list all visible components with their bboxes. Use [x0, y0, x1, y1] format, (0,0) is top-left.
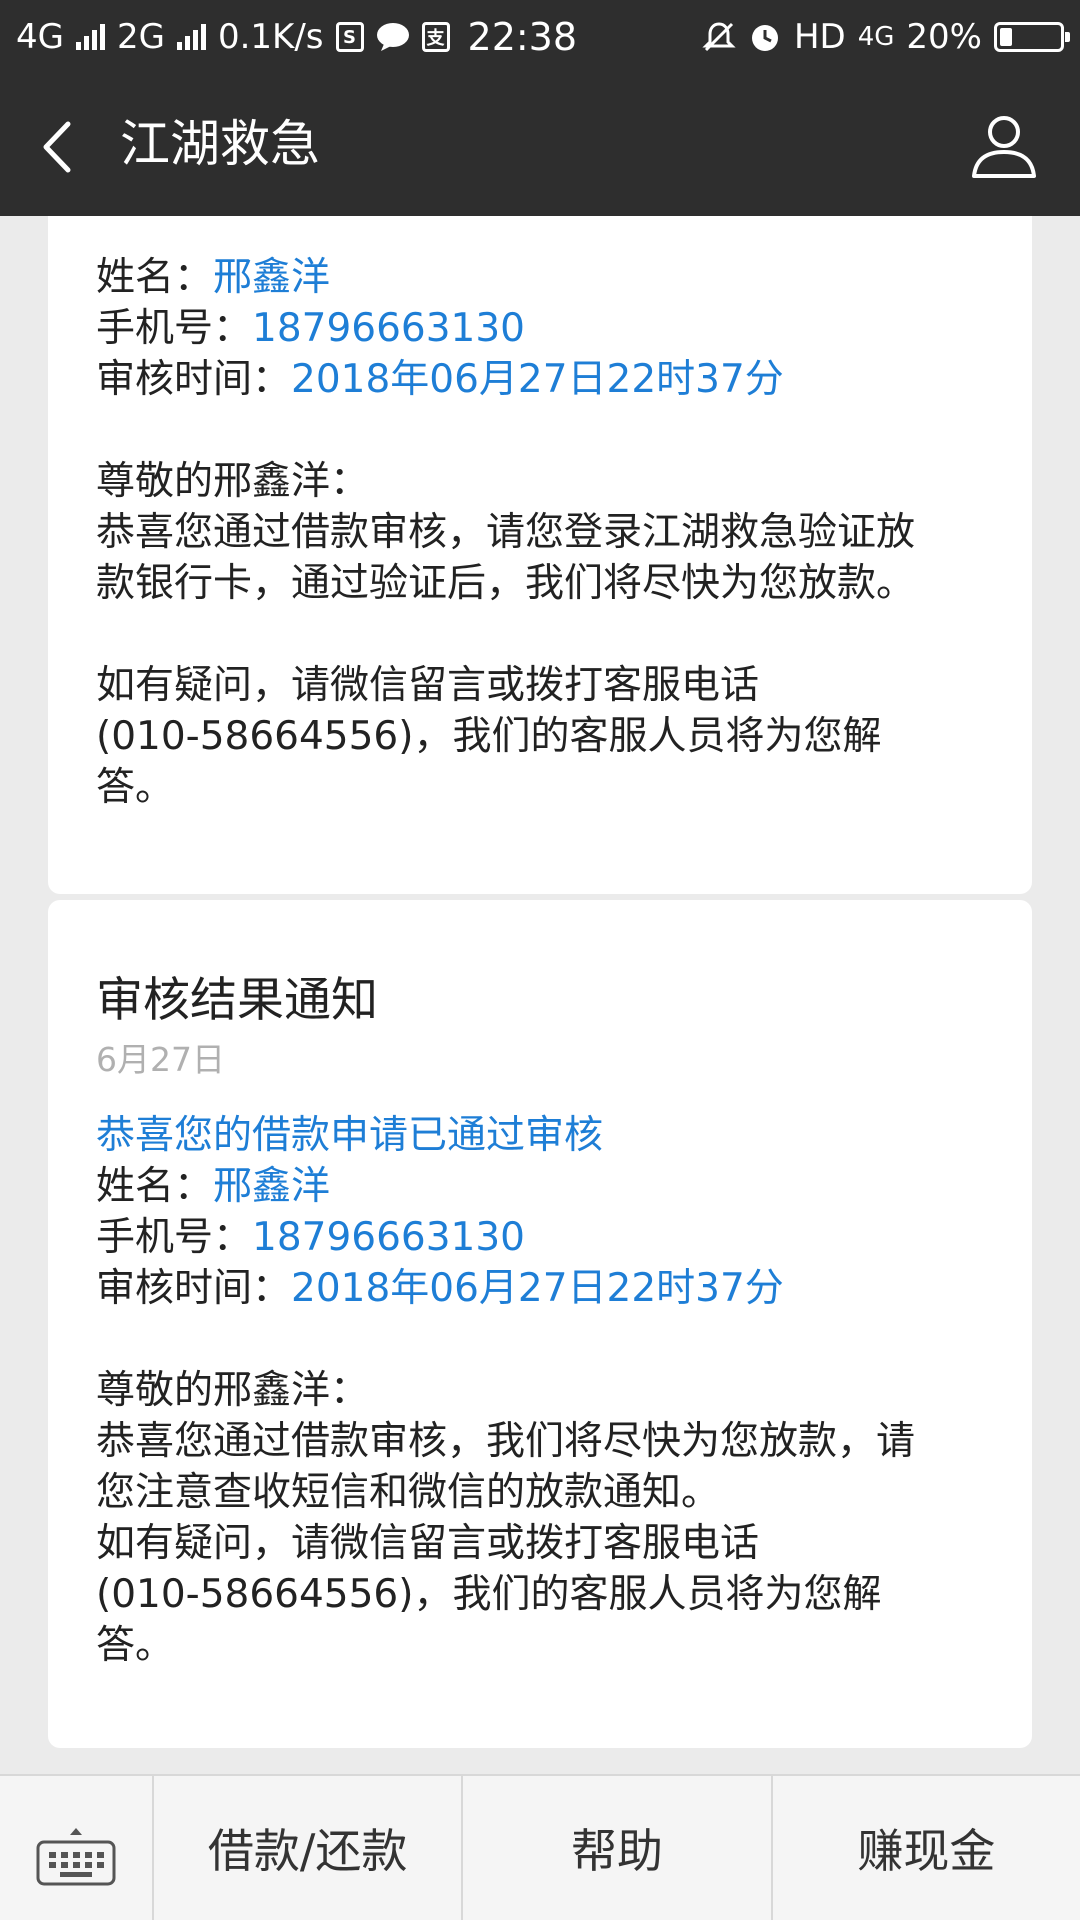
- signal-icon: [75, 24, 105, 50]
- name-label: 姓名：: [96, 1164, 214, 1209]
- bottom-menu: 借款/还款 帮助 赚现金: [0, 1774, 1080, 1920]
- alipay-icon: 支: [421, 22, 450, 52]
- review-time-row: 审核时间：2018年06月27日22时37分: [96, 354, 984, 405]
- message-list[interactable]: 姓名：邢鑫洋 手机号：18796663130 审核时间：2018年06月27日2…: [0, 216, 1080, 1774]
- app-notification-icon: S: [335, 22, 364, 52]
- clock: 22:38: [467, 15, 578, 59]
- menu-help[interactable]: 帮助: [463, 1776, 773, 1920]
- menu-earn-cash[interactable]: 赚现金: [773, 1776, 1080, 1920]
- page-title: 江湖救急: [120, 115, 320, 173]
- network-type-2: 2G: [116, 17, 165, 57]
- battery-icon: [994, 22, 1070, 52]
- message-body-line: 您注意查收短信和微信的放款通知。: [96, 1470, 721, 1515]
- phone-value: 18796663130: [252, 306, 525, 351]
- help-text-line: 如有疑问，请微信留言或拨打客服电话: [96, 663, 760, 708]
- message-card[interactable]: 姓名：邢鑫洋 手机号：18796663130 审核时间：2018年06月27日2…: [48, 216, 1032, 894]
- phone-label: 手机号：: [96, 1215, 253, 1260]
- signal-icon-2: [176, 24, 206, 50]
- status-right: HD 4G 20%: [702, 17, 1070, 57]
- network-speed: 0.1K/s: [217, 17, 324, 57]
- name-value: 邢鑫洋: [213, 1164, 331, 1209]
- chat-bubble-icon: [376, 23, 409, 51]
- review-time-label: 审核时间：: [96, 357, 292, 402]
- help-text-line: (010-58664556)，我们的客服人员将为您解: [96, 714, 882, 759]
- phone-row: 手机号：18796663130: [96, 1212, 984, 1263]
- review-time-value: 2018年06月27日22时37分: [291, 1266, 784, 1311]
- message-headline: 恭喜您的借款申请已通过审核: [96, 1113, 604, 1158]
- name-value: 邢鑫洋: [213, 255, 331, 300]
- help-text-line: 答。: [96, 765, 175, 810]
- battery-fill: [1000, 28, 1012, 46]
- phone-label: 手机号：: [96, 306, 253, 351]
- phone-value: 18796663130: [252, 1215, 525, 1260]
- card-date: 6月27日: [96, 1040, 225, 1079]
- battery-percent: 20%: [906, 17, 982, 57]
- back-arrow-icon[interactable]: [30, 112, 100, 182]
- keyboard-toggle-button[interactable]: [0, 1776, 154, 1920]
- network-type-3: 4G: [857, 22, 895, 52]
- message-body-line: 恭喜您通过借款审核，请您登录江湖救急验证放: [96, 510, 916, 555]
- status-bar: 4G 2G 0.1K/s S 支 22:38 HD 4G 20%: [0, 0, 1080, 74]
- review-time-value: 2018年06月27日22时37分: [291, 357, 784, 402]
- message-body-line: 款银行卡，通过验证后，我们将尽快为您放款。: [96, 561, 916, 606]
- phone-row: 手机号：18796663130: [96, 303, 984, 354]
- network-type-1: 4G: [16, 17, 64, 57]
- message-card[interactable]: 审核结果通知 6月27日 恭喜您的借款申请已通过审核 姓名：邢鑫洋 手机号：18…: [48, 900, 1032, 1748]
- review-time-label: 审核时间：: [96, 1266, 292, 1311]
- name-row: 姓名：邢鑫洋: [96, 1161, 984, 1212]
- hd-indicator: HD: [793, 17, 846, 57]
- name-label: 姓名：: [96, 255, 214, 300]
- message-body-line: 恭喜您通过借款审核，我们将尽快为您放款，请: [96, 1419, 916, 1464]
- card-title: 审核结果通知: [96, 973, 378, 1028]
- menu-loan-repay[interactable]: 借款/还款: [154, 1776, 464, 1920]
- review-time-row: 审核时间：2018年06月27日22时37分: [96, 1263, 984, 1314]
- greeting: 尊敬的邢鑫洋：: [96, 1368, 370, 1413]
- name-row: 姓名：邢鑫洋: [96, 252, 984, 303]
- profile-icon[interactable]: [968, 110, 1040, 182]
- alarm-icon: [751, 25, 778, 51]
- help-text-line: 如有疑问，请微信留言或拨打客服电话: [96, 1521, 760, 1566]
- greeting: 尊敬的邢鑫洋：: [96, 459, 370, 504]
- keyboard-icon: [36, 1828, 116, 1886]
- status-left: 4G 2G 0.1K/s S 支 22:38: [16, 15, 577, 59]
- help-text-line: 答。: [96, 1623, 175, 1668]
- mute-icon: [702, 22, 736, 52]
- app-header: 江湖救急: [0, 74, 1080, 216]
- help-text-line: (010-58664556)，我们的客服人员将为您解: [96, 1572, 882, 1617]
